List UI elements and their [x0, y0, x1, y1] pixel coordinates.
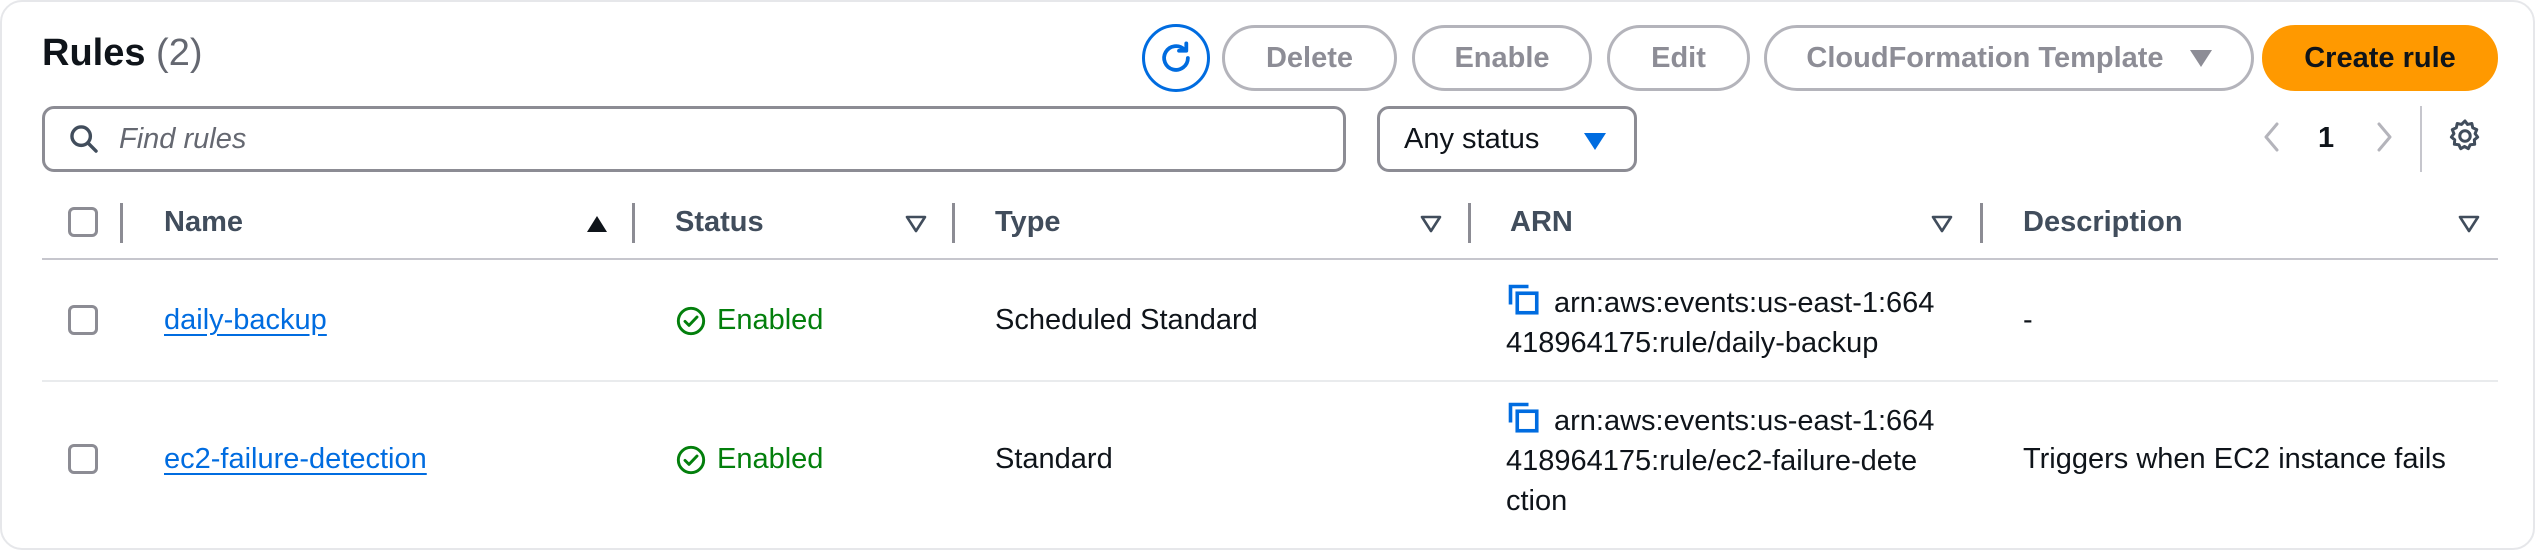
rule-arn: arn:aws:events:us-east-1:664 418964175:r…: [1506, 282, 1946, 363]
status-check-icon: [676, 445, 706, 474]
copy-icon[interactable]: [1506, 282, 1542, 318]
rule-arn: arn:aws:events:us-east-1:664 418964175:r…: [1506, 400, 1946, 521]
column-divider[interactable]: [1468, 203, 1471, 243]
cloudformation-template-button[interactable]: CloudFormation Template: [1764, 25, 2254, 91]
rules-count: (2): [156, 32, 203, 74]
rules-panel: Rules (2) Delete Enable Edit CloudFormat…: [0, 0, 2535, 550]
column-header-status[interactable]: Status: [675, 206, 764, 239]
status-filter-value: Any status: [1404, 122, 1540, 155]
caret-down-icon: [2189, 49, 2212, 67]
create-rule-button[interactable]: Create rule: [2262, 25, 2498, 91]
column-header-type[interactable]: Type: [995, 206, 1061, 239]
search-input[interactable]: [117, 121, 1301, 157]
column-divider: [120, 203, 123, 243]
rule-type: Standard: [995, 443, 1113, 475]
arn-line: arn:aws:events:us-east-1:664: [1554, 405, 1935, 437]
arn-line: ction: [1506, 485, 1568, 517]
page-title: Rules (2): [42, 32, 203, 75]
rule-description: Triggers when EC2 instance fails: [2023, 443, 2446, 475]
column-header-arn[interactable]: ARN: [1510, 206, 1573, 239]
pagination-divider: [2420, 106, 2422, 172]
sort-icon[interactable]: [1420, 215, 1442, 233]
status-text: Enabled: [717, 304, 824, 336]
column-header-name[interactable]: Name: [164, 206, 243, 239]
rule-name-link[interactable]: ec2-failure-detection: [164, 443, 427, 476]
column-divider[interactable]: [632, 203, 635, 243]
cloudformation-template-label: CloudFormation Template: [1806, 41, 2164, 74]
column-divider[interactable]: [1980, 203, 1983, 243]
refresh-icon: [1162, 41, 1190, 72]
copy-icon[interactable]: [1506, 400, 1542, 436]
status-filter-select[interactable]: Any status: [1377, 106, 1637, 172]
arn-line: arn:aws:events:us-east-1:664: [1554, 287, 1935, 319]
edit-button[interactable]: Edit: [1607, 25, 1750, 91]
rule-description: -: [2023, 304, 2033, 336]
sort-ascending-icon[interactable]: [586, 215, 608, 233]
delete-button[interactable]: Delete: [1222, 25, 1397, 91]
status-badge: Enabled: [675, 304, 823, 337]
title-label: Rules: [42, 32, 146, 74]
caret-down-icon: [1584, 133, 1606, 150]
select-all-checkbox[interactable]: [68, 207, 98, 237]
chevron-left-icon[interactable]: [2262, 120, 2282, 154]
arn-line: 418964175:rule/ec2-failure-dete: [1506, 445, 1918, 477]
current-page[interactable]: 1: [2318, 122, 2334, 155]
status-badge: Enabled: [675, 443, 823, 476]
search-field[interactable]: [42, 106, 1346, 172]
search-icon: [70, 125, 98, 153]
row-checkbox[interactable]: [68, 444, 98, 474]
enable-button[interactable]: Enable: [1412, 25, 1592, 91]
status-check-icon: [676, 306, 706, 335]
arn-line: 418964175:rule/daily-backup: [1506, 327, 1879, 359]
row-divider: [42, 380, 2498, 382]
status-text: Enabled: [717, 443, 824, 475]
header-divider: [42, 258, 2498, 260]
column-header-description[interactable]: Description: [2023, 206, 2183, 239]
rule-name-link[interactable]: daily-backup: [164, 304, 327, 337]
settings-gear-icon[interactable]: [2446, 117, 2484, 155]
chevron-right-icon[interactable]: [2374, 120, 2394, 154]
refresh-button[interactable]: [1142, 24, 1210, 92]
sort-icon[interactable]: [905, 215, 927, 233]
rule-type: Scheduled Standard: [995, 304, 1258, 336]
row-checkbox[interactable]: [68, 305, 98, 335]
column-divider[interactable]: [952, 203, 955, 243]
sort-icon[interactable]: [2458, 215, 2480, 233]
sort-icon[interactable]: [1931, 215, 1953, 233]
